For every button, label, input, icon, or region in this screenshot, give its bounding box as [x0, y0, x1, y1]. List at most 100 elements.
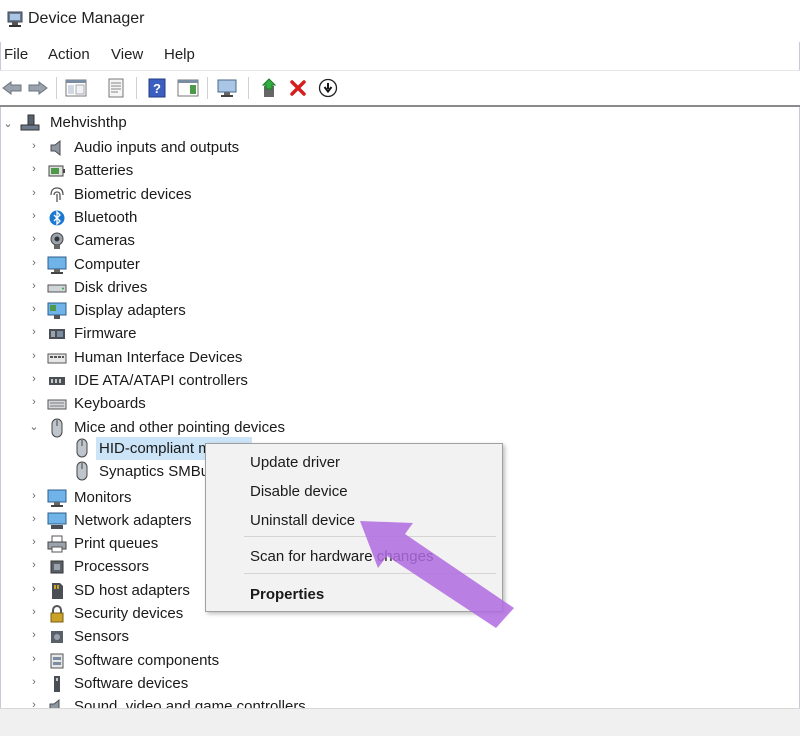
expand-monitors-chevron-icon[interactable]: › — [29, 490, 39, 502]
tree-category-batteries[interactable]: Batteries — [74, 162, 133, 179]
help-icon[interactable]: ? — [145, 77, 169, 99]
menu-item-update-driver[interactable]: Update driver — [250, 454, 340, 471]
menu-action[interactable]: Action — [48, 46, 90, 63]
tree-category-cameras[interactable]: Cameras — [74, 232, 135, 249]
firmware-icon — [47, 325, 67, 343]
update-driver-icon[interactable] — [258, 77, 282, 99]
expand-network-adapters-chevron-icon[interactable]: › — [29, 513, 39, 525]
tree-category-computer[interactable]: Computer — [74, 256, 140, 273]
context-menu: Update driver Disable device Uninstall d… — [205, 443, 503, 612]
back-icon[interactable] — [0, 77, 24, 99]
uninstall-icon[interactable] — [286, 77, 310, 99]
title-bar: Device Manager — [0, 0, 800, 42]
tree-category-security-devices[interactable]: Security devices — [74, 605, 183, 622]
tree-category-sensors[interactable]: Sensors — [74, 628, 129, 645]
menu-help[interactable]: Help — [164, 46, 195, 63]
toolbar-separator — [136, 77, 137, 99]
expand-software-devices-chevron-icon[interactable]: › — [29, 676, 39, 688]
expand-bluetooth-chevron-icon[interactable]: › — [29, 210, 39, 222]
camera-icon — [47, 232, 67, 250]
sd-card-icon — [47, 582, 67, 600]
ide-controller-icon — [47, 372, 67, 390]
expand-sd-host-adapters-chevron-icon[interactable]: › — [29, 583, 39, 595]
expand-display-adapters-chevron-icon[interactable]: › — [29, 303, 39, 315]
expand-computer-chevron-icon[interactable]: › — [29, 257, 39, 269]
printer-icon — [47, 535, 67, 553]
svg-text:?: ? — [153, 81, 161, 96]
fingerprint-icon — [47, 186, 67, 204]
scan-hardware-icon[interactable] — [216, 77, 240, 99]
window-title: Device Manager — [28, 10, 145, 27]
device-tree: ⌄ Mehvishthp › Audio inputs and outputs › B… — [0, 108, 800, 708]
expand-ide-ata-atapi-controllers-chevron-icon[interactable]: › — [29, 373, 39, 385]
tree-child-synaptics[interactable]: Synaptics SMBu — [99, 463, 209, 480]
toolbar: ? — [0, 70, 800, 107]
tree-category-biometric-devices[interactable]: Biometric devices — [74, 186, 192, 203]
tree-category-sound-video-and-game-controllers[interactable]: Sound, video and game controllers — [74, 698, 306, 708]
tree-category-display-adapters[interactable]: Display adapters — [74, 302, 186, 319]
menu-separator — [244, 573, 496, 574]
display-adapter-icon — [47, 302, 67, 320]
tree-category-firmware[interactable]: Firmware — [74, 325, 137, 342]
expand-audio-inputs-and-outputs-chevron-icon[interactable]: › — [29, 140, 39, 152]
tree-category-audio-inputs-and-outputs[interactable]: Audio inputs and outputs — [74, 139, 239, 156]
toolbar-separator — [56, 77, 57, 99]
show-hide-tree-icon[interactable] — [64, 77, 88, 99]
menu-item-disable-device[interactable]: Disable device — [250, 483, 348, 500]
expand-batteries-chevron-icon[interactable]: › — [29, 163, 39, 175]
mouse-icon — [72, 461, 92, 481]
tree-category-human-interface-devices[interactable]: Human Interface Devices — [74, 349, 242, 366]
expand-disk-drives-chevron-icon[interactable]: › — [29, 280, 39, 292]
speaker-icon — [47, 139, 67, 157]
expand-biometric-devices-chevron-icon[interactable]: › — [29, 187, 39, 199]
collapse-root-chevron-icon[interactable]: ⌄ — [3, 117, 13, 130]
tree-category-network-adapters[interactable]: Network adapters — [74, 512, 192, 529]
menu-view[interactable]: View — [111, 46, 143, 63]
expand-cameras-chevron-icon[interactable]: › — [29, 233, 39, 245]
menu-item-uninstall-device[interactable]: Uninstall device — [250, 512, 355, 529]
expand-sensors-chevron-icon[interactable]: › — [29, 629, 39, 641]
tree-category-software-devices[interactable]: Software devices — [74, 675, 188, 692]
tree-category-sd-host-adapters[interactable]: SD host adapters — [74, 582, 190, 599]
disable-icon[interactable] — [316, 77, 340, 99]
menu-separator — [244, 536, 496, 537]
menu-bar: File Action View Help — [0, 43, 800, 69]
software-device-icon — [47, 675, 67, 693]
battery-icon — [47, 162, 67, 180]
expand-keyboards-chevron-icon[interactable]: › — [29, 396, 39, 408]
security-device-icon — [47, 605, 67, 623]
computer-icon — [47, 256, 67, 274]
action-pane-icon[interactable] — [176, 77, 200, 99]
hid-icon — [47, 349, 67, 367]
software-component-icon — [47, 652, 67, 670]
device-manager-icon — [6, 10, 24, 28]
expand-sound-video-and-game-controllers-chevron-icon[interactable]: › — [29, 699, 39, 708]
expand-processors-chevron-icon[interactable]: › — [29, 559, 39, 571]
menu-file[interactable]: File — [4, 46, 28, 63]
expand-print-queues-chevron-icon[interactable]: › — [29, 536, 39, 548]
network-adapter-icon — [47, 512, 67, 530]
bluetooth-icon — [47, 209, 67, 227]
menu-item-properties[interactable]: Properties — [250, 586, 324, 603]
collapse-mice-and-other-pointing-devices-chevron-icon[interactable]: ⌄ — [29, 420, 39, 433]
forward-icon[interactable] — [26, 77, 50, 99]
tree-child-hid-compliant[interactable]: HID-compliant m — [99, 440, 211, 457]
computer-root-icon — [20, 114, 40, 132]
tree-category-mice-and-other-pointing-devices[interactable]: Mice and other pointing devices — [74, 419, 285, 436]
expand-security-devices-chevron-icon[interactable]: › — [29, 606, 39, 618]
tree-root-label[interactable]: Mehvishthp — [50, 114, 127, 131]
expand-human-interface-devices-chevron-icon[interactable]: › — [29, 350, 39, 362]
tree-category-software-components[interactable]: Software components — [74, 652, 219, 669]
tree-category-print-queues[interactable]: Print queues — [74, 535, 158, 552]
tree-category-keyboards[interactable]: Keyboards — [74, 395, 146, 412]
expand-firmware-chevron-icon[interactable]: › — [29, 326, 39, 338]
tree-category-processors[interactable]: Processors — [74, 558, 149, 575]
sensor-icon — [47, 628, 67, 646]
expand-software-components-chevron-icon[interactable]: › — [29, 653, 39, 665]
properties-icon[interactable] — [104, 77, 128, 99]
tree-category-monitors[interactable]: Monitors — [74, 489, 132, 506]
tree-category-bluetooth[interactable]: Bluetooth — [74, 209, 137, 226]
tree-category-disk-drives[interactable]: Disk drives — [74, 279, 147, 296]
menu-item-scan-hardware[interactable]: Scan for hardware changes — [250, 548, 433, 565]
tree-category-ide-ata-atapi-controllers[interactable]: IDE ATA/ATAPI controllers — [74, 372, 248, 389]
